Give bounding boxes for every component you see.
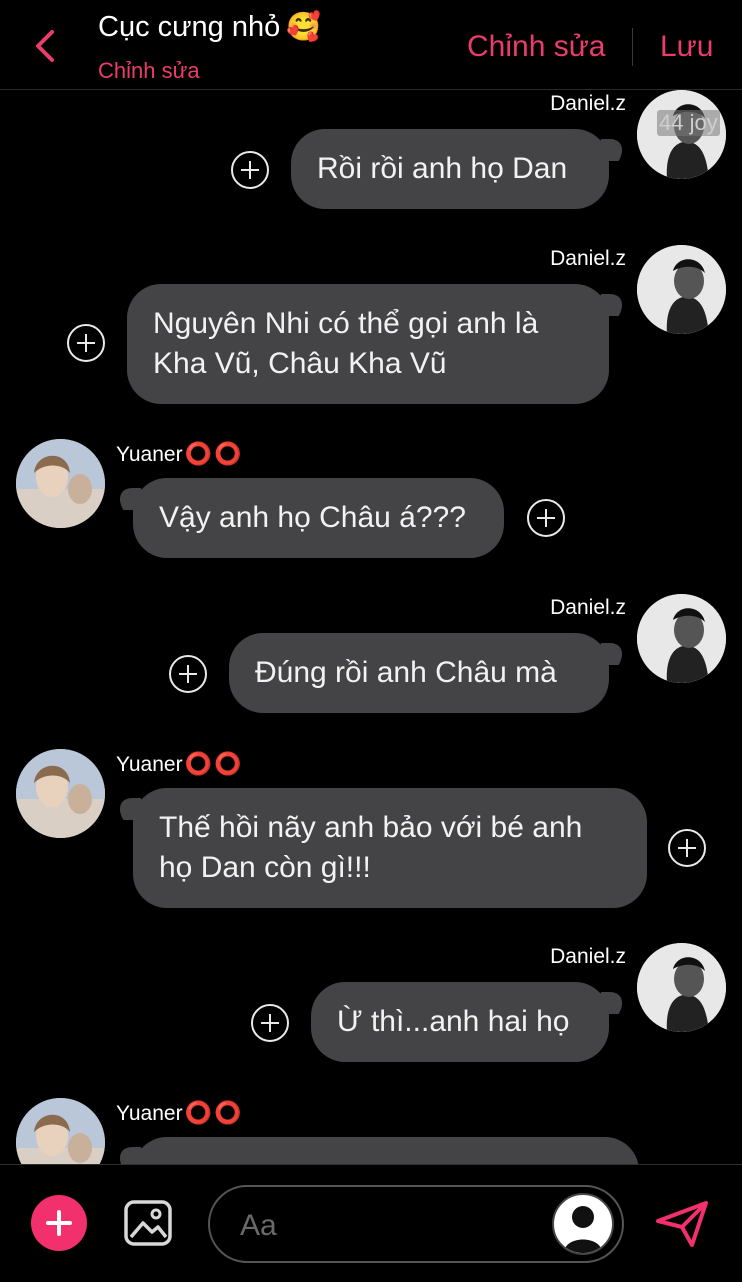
save-button[interactable]: Lưu [660, 30, 713, 64]
chat-title: Cục cưng nhỏ 🥰 [98, 10, 321, 44]
send-icon[interactable] [654, 1199, 710, 1249]
sender-name: Daniel.z [550, 92, 626, 115]
chat-title-text: Cục cưng nhỏ [98, 11, 281, 43]
avatar-daniel[interactable]: 44 joy [637, 90, 726, 179]
sender-name: Yuaner⭕⭕ [116, 751, 243, 777]
message-list[interactable]: Daniel.z 44 joy Rồi rồi anh họ Dan Danie… [0, 90, 742, 1164]
sender-name-text: Yuaner [116, 443, 183, 466]
react-plus-icon[interactable] [251, 1004, 289, 1042]
avatar-daniel[interactable] [637, 245, 726, 334]
avatar-daniel[interactable] [637, 943, 726, 1032]
message-bubble[interactable]: Nguyên Nhi có thể gọi anh là Kha Vũ, Châ… [127, 284, 609, 404]
sender-name-text: Yuaner [116, 1102, 183, 1125]
back-chevron-icon[interactable] [30, 28, 58, 64]
sender-name: Daniel.z [550, 247, 626, 270]
react-plus-icon[interactable] [67, 324, 105, 362]
sender-name: Yuaner⭕⭕ [116, 441, 243, 467]
sender-name: Yuaner⭕⭕ [116, 1100, 243, 1126]
react-plus-icon[interactable] [169, 655, 207, 693]
react-plus-icon[interactable] [231, 151, 269, 189]
message-input[interactable]: Aa [208, 1185, 624, 1263]
user-avatar-icon[interactable] [552, 1193, 614, 1255]
plus-icon[interactable] [31, 1195, 87, 1251]
avatar-watermark: 44 joy [657, 110, 720, 136]
chat-header: Cục cưng nhỏ 🥰 Chỉnh sửa Chỉnh sửa Lưu [0, 0, 742, 90]
smiling-face-hearts-emoji: 🥰 [286, 11, 322, 42]
sender-name: Daniel.z [550, 596, 626, 619]
sender-name: Daniel.z [550, 945, 626, 968]
message-bubble[interactable]: Đúng rồi anh Châu mà [229, 633, 609, 713]
message-bubble[interactable]: Rồi rồi anh họ Dan [291, 129, 609, 209]
react-plus-icon[interactable] [668, 829, 706, 867]
sender-name-suffix: ⭕⭕ [184, 1100, 244, 1125]
sender-name-suffix: ⭕⭕ [184, 441, 244, 466]
avatar-daniel[interactable] [637, 594, 726, 683]
image-icon[interactable] [123, 1199, 173, 1247]
react-plus-icon[interactable] [527, 499, 565, 537]
chat-subtitle[interactable]: Chỉnh sửa [98, 58, 200, 84]
message-bubble[interactable]: Thế hồi nãy anh bảo với bé anh họ Dan cò… [133, 788, 647, 908]
edit-button[interactable]: Chỉnh sửa [467, 30, 606, 64]
message-bubble[interactable]: Vậy anh họ Châu á??? [133, 478, 504, 558]
sender-name-text: Yuaner [116, 753, 183, 776]
avatar-yuaner[interactable] [16, 749, 105, 838]
sender-name-suffix: ⭕⭕ [184, 751, 244, 776]
composer-bar: Aa [0, 1164, 742, 1282]
header-divider [632, 28, 633, 66]
message-bubble[interactable] [133, 1137, 639, 1164]
avatar-yuaner[interactable] [16, 439, 105, 528]
message-bubble[interactable]: Ừ thì...anh hai họ [311, 982, 609, 1062]
avatar-yuaner[interactable] [16, 1098, 105, 1164]
message-input-placeholder: Aa [240, 1209, 277, 1242]
